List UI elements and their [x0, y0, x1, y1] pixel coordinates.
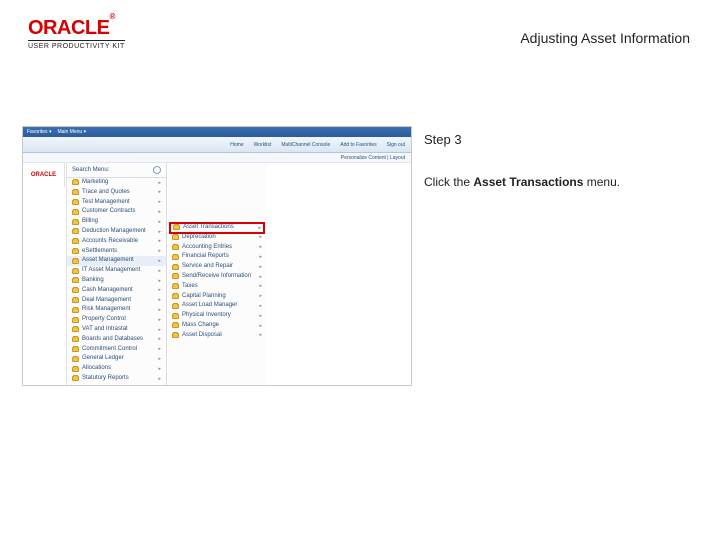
- submenu-item[interactable]: Depreciation▸: [167, 233, 267, 243]
- header-link-favorites[interactable]: Add to Favorites: [340, 142, 376, 148]
- folder-icon: [173, 225, 180, 230]
- menu-item[interactable]: Boards and Databases▸: [67, 335, 166, 345]
- app-header: Home Worklist MultiChannel Console Add t…: [23, 137, 411, 153]
- folder-icon: [72, 367, 79, 372]
- folder-icon: [72, 318, 79, 323]
- topbar-mainmenu[interactable]: Main Menu ▾: [57, 129, 86, 135]
- folder-icon: [72, 220, 79, 225]
- folder-icon: [72, 229, 79, 234]
- folder-icon: [72, 259, 79, 264]
- sub-menu-column: Asset Transactions▸ Depreciation▸ Accoun…: [167, 163, 267, 385]
- menu-item-asset-management[interactable]: Asset Management▸: [67, 256, 166, 266]
- instruction-pane: Step 3 Click the Asset Transactions menu…: [424, 130, 699, 192]
- menu-item[interactable]: Billing▸: [67, 217, 166, 227]
- app-brand-logo: ORACLE: [23, 163, 65, 187]
- folder-icon: [72, 249, 79, 254]
- submenu-item[interactable]: Capital Planning▸: [167, 292, 267, 302]
- folder-icon: [72, 210, 79, 215]
- app-topbar: Favorites ▾ Main Menu ▾: [23, 127, 411, 137]
- folder-icon: [72, 180, 79, 185]
- menu-item[interactable]: Deduction Management▸: [67, 227, 166, 237]
- folder-icon: [172, 314, 179, 319]
- folder-icon: [172, 245, 179, 250]
- main-menu-column: Search Menu: Marketing▸ Trace and Quotes…: [67, 163, 167, 385]
- submenu-item[interactable]: Physical Inventory▸: [167, 311, 267, 321]
- header-link-mcc[interactable]: MultiChannel Console: [281, 142, 330, 148]
- menu-item[interactable]: Trace and Quotes▸: [67, 188, 166, 198]
- folder-icon: [72, 288, 79, 293]
- folder-icon: [172, 265, 179, 270]
- folder-icon: [72, 376, 79, 381]
- folder-icon: [172, 255, 179, 260]
- folder-icon: [72, 269, 79, 274]
- folder-icon: [72, 239, 79, 244]
- menu-item[interactable]: Test Management▸: [67, 198, 166, 208]
- menu-item[interactable]: Allocations▸: [67, 364, 166, 374]
- submenu-item[interactable]: Send/Receive Information▸: [167, 272, 267, 282]
- app-screenshot: Favorites ▾ Main Menu ▾ Home Worklist Mu…: [22, 126, 412, 386]
- folder-icon: [72, 190, 79, 195]
- submenu-item[interactable]: Asset Load Manager▸: [167, 301, 267, 311]
- menu-item[interactable]: Accounts Receivable▸: [67, 237, 166, 247]
- submenu-item[interactable]: Asset Disposal▸: [167, 331, 267, 341]
- folder-icon: [172, 304, 179, 309]
- header-link-worklist[interactable]: Worklist: [254, 142, 272, 148]
- folder-icon: [172, 333, 179, 338]
- menu-item[interactable]: Property Control▸: [67, 315, 166, 325]
- folder-icon: [72, 298, 79, 303]
- folder-icon: [72, 278, 79, 283]
- folder-icon: [72, 337, 79, 342]
- menu-item[interactable]: IT Asset Management▸: [67, 266, 166, 276]
- app-main-area: [267, 163, 411, 385]
- trademark: ®: [109, 12, 114, 21]
- submenu-item[interactable]: Service and Repair▸: [167, 262, 267, 272]
- refresh-icon[interactable]: [153, 166, 161, 174]
- menu-item[interactable]: Data Exchange▸: [67, 384, 166, 385]
- folder-icon: [72, 347, 79, 352]
- menu-item[interactable]: Deal Management▸: [67, 296, 166, 306]
- logo-subtitle: USER PRODUCTIVITY KIT: [28, 40, 125, 50]
- folder-icon: [72, 327, 79, 332]
- menu-item[interactable]: General Ledger▸: [67, 354, 166, 364]
- header-link-home[interactable]: Home: [230, 142, 243, 148]
- submenu-item[interactable]: Accounting Entries▸: [167, 243, 267, 253]
- menu-item[interactable]: Risk Management▸: [67, 305, 166, 315]
- submenu-item[interactable]: Taxes▸: [167, 282, 267, 292]
- oracle-upk-logo: ORACLE® USER PRODUCTIVITY KIT: [28, 18, 125, 50]
- step-label: Step 3: [424, 130, 699, 151]
- menu-item[interactable]: Customer Contracts▸: [67, 207, 166, 217]
- instruction-text: Click the Asset Transactions menu.: [424, 173, 699, 192]
- folder-icon: [72, 200, 79, 205]
- personalize-link[interactable]: Personalize Content | Layout: [341, 155, 405, 161]
- brand-text: ORACLE: [28, 17, 109, 39]
- submenu-item[interactable]: Mass Change▸: [167, 321, 267, 331]
- topbar-favorites[interactable]: Favorites ▾: [27, 129, 51, 135]
- folder-icon: [172, 284, 179, 289]
- folder-icon: [172, 294, 179, 299]
- menu-item[interactable]: Commitment Control▸: [67, 345, 166, 355]
- submenu-item[interactable]: Financial Reports▸: [167, 252, 267, 262]
- app-brand-col: ORACLE: [23, 163, 67, 385]
- search-menu-header: Search Menu:: [67, 163, 166, 178]
- folder-icon: [72, 308, 79, 313]
- menu-item[interactable]: eSettlements▸: [67, 247, 166, 257]
- page-title: Adjusting Asset Information: [520, 30, 690, 46]
- menu-item[interactable]: Cash Management▸: [67, 286, 166, 296]
- menu-item[interactable]: Marketing▸: [67, 178, 166, 188]
- menu-item[interactable]: VAT and Intrastat▸: [67, 325, 166, 335]
- menu-item[interactable]: Statutory Reports▸: [67, 374, 166, 384]
- folder-icon: [72, 357, 79, 362]
- folder-icon: [172, 323, 179, 328]
- app-subheader: Personalize Content | Layout: [23, 153, 411, 163]
- menu-item[interactable]: Banking▸: [67, 276, 166, 286]
- folder-icon: [172, 235, 179, 240]
- folder-icon: [172, 274, 179, 279]
- header-link-signout[interactable]: Sign out: [387, 142, 405, 148]
